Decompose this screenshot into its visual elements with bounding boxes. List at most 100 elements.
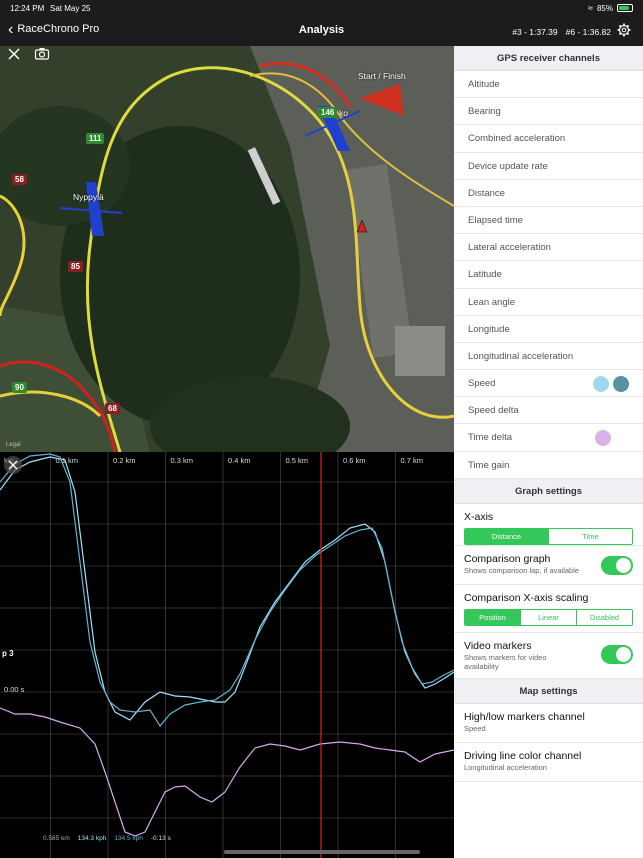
channel-item[interactable]: Bearing <box>454 98 643 126</box>
highlow-markers-setting[interactable]: High/low markers channel Speed <box>454 704 643 743</box>
home-indicator[interactable] <box>224 850 420 854</box>
channel-list: Altitude Bearing Combined acceleration Devi… <box>454 71 643 479</box>
channel-label: Altitude <box>468 79 500 90</box>
channel-label: Time delta <box>468 432 512 444</box>
channel-item[interactable]: Combined acceleration <box>454 125 643 153</box>
time-delta-series <box>0 707 454 837</box>
top-bar: 12:24 PM Sat May 25 ≈ 85% ‹ RaceChrono P… <box>0 0 643 46</box>
channel-item[interactable]: Speed <box>454 370 643 398</box>
readout-speed-a: 134.3 kph <box>77 835 107 842</box>
channel-item[interactable]: Time gain <box>454 452 643 479</box>
channel-color-dot[interactable] <box>613 376 629 393</box>
scaling-option-disabled[interactable]: Disabled <box>576 609 632 625</box>
nyppyla-label: Nyppylä <box>73 192 104 202</box>
channel-label: Lateral acceleration <box>468 242 551 254</box>
video-markers-toggle[interactable] <box>601 644 633 664</box>
xaxis-segmented-control: Distance Time <box>464 527 633 545</box>
channel-label: Bearing <box>468 106 501 118</box>
channel-item[interactable]: Lean angle <box>454 289 643 316</box>
highlow-label: High/low markers channel <box>464 710 585 723</box>
readout-distance: 0.585 km <box>43 835 70 842</box>
lap-b[interactable]: #6 - 1:36.82 <box>566 27 611 37</box>
channel-label: Device update rate <box>468 160 548 172</box>
close-icon <box>8 460 18 470</box>
km-tick-label: 0.6 km <box>343 456 366 465</box>
km-tick-label: 0.5 km <box>285 456 309 465</box>
legal-link[interactable]: Legal <box>6 442 21 448</box>
status-time: 12:24 PM <box>10 4 45 13</box>
channel-label: Elapsed time <box>468 214 523 226</box>
highlow-value: Speed <box>464 723 486 733</box>
km-tick-label: 0.3 km <box>170 456 194 465</box>
channel-item[interactable]: Device update rate <box>454 153 643 180</box>
channel-label: Latitude <box>468 269 502 281</box>
scaling-option-linear[interactable]: Linear <box>520 609 576 625</box>
channel-label: Lean angle <box>468 296 516 308</box>
speed-marker[interactable]: 146 <box>318 107 338 118</box>
km-tick-label: 0.7 km <box>400 456 424 465</box>
speed-series-lap-b <box>0 453 454 728</box>
satellite-imagery <box>0 46 454 452</box>
gear-icon[interactable] <box>617 23 631 37</box>
graph-canvas <box>0 452 454 858</box>
graph-close-button[interactable] <box>4 456 22 474</box>
comparison-scaling-setting: Comparison X-axis scaling Position Linea… <box>454 585 643 633</box>
speed-marker[interactable]: 90 <box>12 382 27 393</box>
status-date: Sat May 25 <box>50 4 91 13</box>
speed-series-lap-a <box>0 456 454 721</box>
speed-marker[interactable]: 85 <box>68 261 83 272</box>
cursor-readout: 0.585 km 134.3 kph 134.5 kph -0.13 s <box>43 835 171 842</box>
comparison-graph-toggle[interactable] <box>601 555 633 575</box>
xaxis-label: X-axis <box>464 510 494 523</box>
video-markers-setting: Video markers Shows markers for video av… <box>454 633 643 679</box>
channel-item[interactable]: Speed delta <box>454 397 643 425</box>
speed-marker[interactable]: 58 <box>12 174 27 185</box>
xaxis-option-time[interactable]: Time <box>548 528 632 544</box>
lap-selector[interactable]: #3 - 1:37.39 #6 - 1:36.82 <box>512 27 611 37</box>
settings-panel: GPS receiver channels Altitude Bearing Com… <box>454 46 643 858</box>
driving-line-setting[interactable]: Driving line color channel Longitudinal … <box>454 743 643 782</box>
channel-item[interactable]: Longitudinal acceleration <box>454 343 643 371</box>
channel-item[interactable]: Latitude <box>454 261 643 289</box>
lap-a[interactable]: #3 - 1:37.39 <box>512 27 557 37</box>
lap-label: p 3 <box>2 649 14 658</box>
scaling-segmented-control: Position Linear Disabled <box>464 608 633 626</box>
channel-label: Distance <box>468 187 505 199</box>
channel-label: Combined acceleration <box>468 133 566 145</box>
xaxis-setting: X-axis Distance Time <box>454 504 643 546</box>
channel-label: Time gain <box>468 459 510 471</box>
channel-label: Speed <box>468 378 496 390</box>
close-icon[interactable] <box>6 46 22 62</box>
scaling-option-position[interactable]: Position <box>465 609 520 625</box>
comparison-scaling-label: Comparison X-axis scaling <box>464 591 589 604</box>
speed-marker[interactable]: 111 <box>86 133 105 144</box>
zero-label: 0.00 s <box>4 685 25 694</box>
channel-item[interactable]: Altitude <box>454 71 643 99</box>
track-map[interactable]: 111 58 146 ko 85 90 68 Start / Finish Ny… <box>0 46 454 452</box>
driving-line-value: Longitudinal acceleration <box>464 762 547 772</box>
channel-item[interactable]: Distance <box>454 180 643 207</box>
analysis-graph[interactable]: km0.1 km0.2 km0.3 km0.4 km0.5 km0.6 km0.… <box>0 452 454 858</box>
battery-percent: 85% <box>596 3 613 13</box>
start-finish-label: Start / Finish <box>358 71 406 81</box>
channel-item[interactable]: Longitude <box>454 316 643 343</box>
status-right: ≈ 85% <box>588 3 633 13</box>
battery-icon <box>617 4 633 12</box>
channel-label: Longitude <box>468 323 510 335</box>
gps-channels-header: GPS receiver channels <box>454 46 643 71</box>
status-bar: 12:24 PM Sat May 25 ≈ 85% <box>0 0 643 16</box>
km-tick-label: 0.2 km <box>113 456 136 465</box>
camera-icon[interactable] <box>34 46 50 62</box>
channel-item[interactable]: Time delta <box>454 424 643 452</box>
channel-color-dot[interactable] <box>593 376 609 393</box>
readout-speed-b: 134.5 kph <box>114 835 143 842</box>
speed-marker[interactable]: 68 <box>105 403 120 414</box>
map-settings-header: Map settings <box>454 678 643 704</box>
driving-line-label: Driving line color channel <box>464 749 582 762</box>
channel-color-dot[interactable] <box>595 430 611 447</box>
channel-item[interactable]: Elapsed time <box>454 207 643 235</box>
xaxis-option-distance[interactable]: Distance <box>465 528 548 544</box>
channel-item[interactable]: Lateral acceleration <box>454 234 643 262</box>
comparison-graph-setting: Comparison graph Shows comparison lap, i… <box>454 546 643 585</box>
km-tick-label: 0.4 km <box>228 456 251 465</box>
